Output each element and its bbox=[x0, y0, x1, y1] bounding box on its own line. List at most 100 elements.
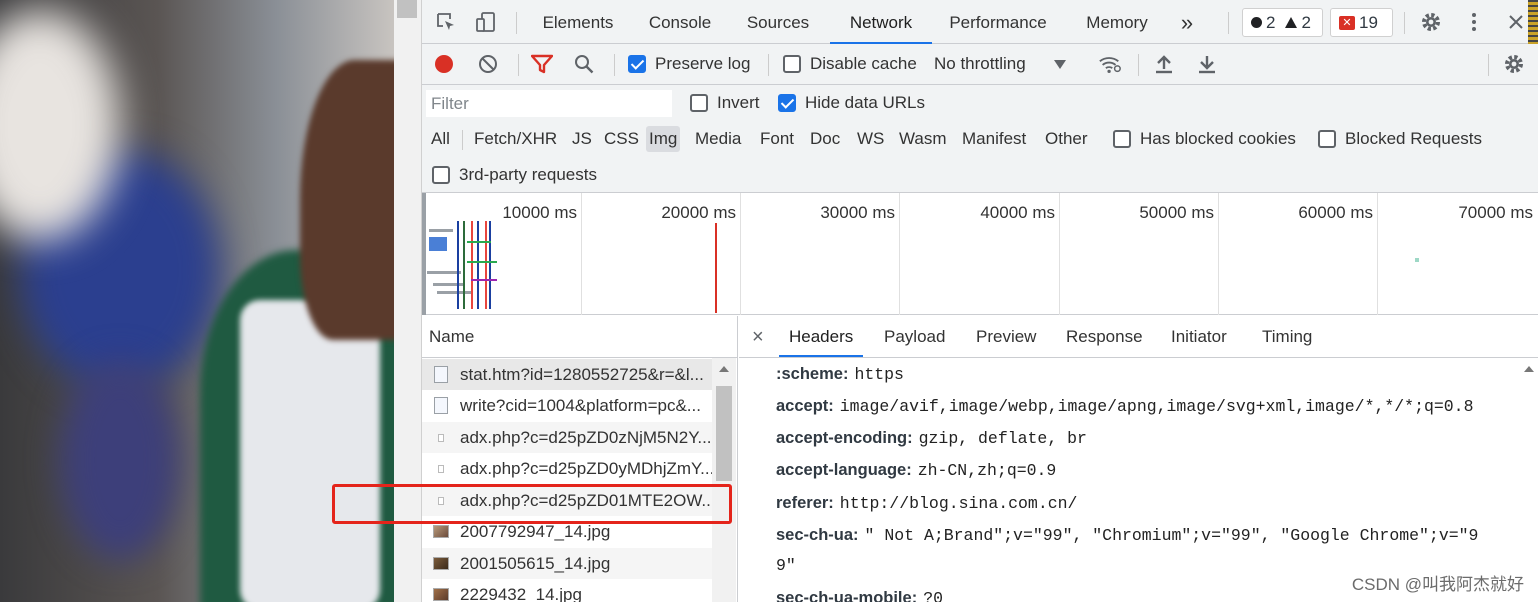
has-blocked-cookies-label: Has blocked cookies bbox=[1140, 129, 1296, 148]
record-icon[interactable] bbox=[432, 52, 456, 76]
request-row[interactable]: adx.php?c=d25pZD0zNjM5N2Y... bbox=[422, 422, 712, 453]
preserve-log-label: Preserve log bbox=[655, 54, 751, 73]
request-row[interactable]: 2229432_14.jpg bbox=[422, 579, 712, 602]
import-har-upload-icon[interactable] bbox=[1152, 52, 1176, 76]
referer-highlight-box bbox=[332, 484, 732, 524]
tab-performance[interactable]: Performance bbox=[942, 0, 1054, 44]
issues-badge[interactable]: ✕ 19 bbox=[1330, 8, 1393, 37]
tab-initiator[interactable]: Initiator bbox=[1171, 316, 1227, 357]
tab-elements[interactable]: Elements bbox=[532, 0, 624, 44]
disable-cache-label: Disable cache bbox=[810, 54, 917, 73]
overview-dot bbox=[1415, 258, 1419, 262]
filter-funnel-icon[interactable] bbox=[530, 52, 554, 76]
tab-timing[interactable]: Timing bbox=[1262, 316, 1312, 357]
filter-type-all[interactable]: All bbox=[431, 126, 450, 152]
tab-payload[interactable]: Payload bbox=[884, 316, 945, 357]
third-party-box[interactable] bbox=[432, 166, 450, 184]
console-counts-badge[interactable]: 2 2 bbox=[1242, 8, 1323, 37]
request-row[interactable]: write?cid=1004&platform=pc&... bbox=[422, 390, 712, 421]
invert-checkbox[interactable]: Invert bbox=[690, 83, 760, 123]
blocked-requests-box[interactable] bbox=[1318, 130, 1336, 148]
throttling-select[interactable]: No throttling bbox=[934, 44, 1066, 84]
warning-triangle-icon bbox=[1285, 17, 1298, 28]
clear-icon[interactable] bbox=[476, 52, 500, 76]
name-column-header[interactable]: Name bbox=[422, 316, 737, 358]
image-thumbnail-icon bbox=[433, 525, 449, 538]
more-tabs-button[interactable]: » bbox=[1174, 0, 1200, 44]
request-row[interactable]: stat.htm?id=1280552725&r=&l... bbox=[422, 359, 712, 390]
small-image-icon bbox=[438, 433, 444, 442]
hide-data-urls-checkbox[interactable]: Hide data URLs bbox=[778, 83, 925, 123]
header-accept-encoding: accept-encoding: gzip, deflate, br bbox=[776, 429, 1087, 448]
invert-box[interactable] bbox=[690, 94, 708, 112]
filter-type-doc[interactable]: Doc bbox=[810, 126, 840, 152]
detail-scrollbar[interactable] bbox=[1520, 358, 1538, 602]
overview-left-handle[interactable] bbox=[422, 193, 426, 315]
request-list-scrollbar[interactable] bbox=[712, 358, 736, 602]
detail-tabbar: × Headers Payload Preview Response Initi… bbox=[739, 316, 1538, 358]
filter-type-ws[interactable]: WS bbox=[857, 126, 884, 152]
header-referer: referer: http://blog.sina.com.cn/ bbox=[776, 494, 1077, 513]
filter-type-font[interactable]: Font bbox=[760, 126, 794, 152]
scroll-up-arrow-icon[interactable] bbox=[719, 366, 729, 372]
request-name: 2229432_14.jpg bbox=[460, 584, 582, 602]
preserve-log-box[interactable] bbox=[628, 55, 646, 73]
settings-gear-icon[interactable] bbox=[1419, 10, 1443, 34]
tab-response[interactable]: Response bbox=[1066, 316, 1143, 357]
header-accept-language: accept-language: zh-CN,zh;q=0.9 bbox=[776, 461, 1056, 480]
more-options-kebab-icon[interactable] bbox=[1462, 10, 1486, 34]
image-thumbnail-icon bbox=[433, 588, 449, 601]
export-har-download-icon[interactable] bbox=[1195, 52, 1219, 76]
request-list: Name stat.htm?id=1280552725&r=&l... writ… bbox=[422, 316, 738, 602]
warning-count: 2 bbox=[1301, 12, 1311, 32]
document-icon bbox=[434, 366, 448, 383]
filter-type-css[interactable]: CSS bbox=[604, 126, 639, 152]
request-row[interactable]: adx.php?c=d25pZD0yMDhjZmY... bbox=[422, 453, 712, 484]
has-blocked-cookies-checkbox[interactable]: Has blocked cookies bbox=[1113, 119, 1296, 159]
network-settings-gear-icon[interactable] bbox=[1502, 52, 1526, 76]
overview-waterfall bbox=[427, 221, 517, 313]
filter-bar: Invert Hide data URLs All Fetch/XHR JS C… bbox=[422, 85, 1538, 193]
tab-network[interactable]: Network bbox=[830, 0, 932, 44]
header-key: accept-language: bbox=[776, 461, 912, 479]
close-detail-button[interactable]: × bbox=[752, 316, 764, 357]
has-blocked-cookies-box[interactable] bbox=[1113, 130, 1131, 148]
disable-cache-checkbox[interactable]: Disable cache bbox=[783, 44, 917, 84]
watermark: CSDN @叫我阿杰就好 bbox=[1351, 575, 1524, 594]
filter-type-other[interactable]: Other bbox=[1045, 126, 1088, 152]
header-accept: accept: image/avif,image/webp,image/apng,… bbox=[776, 397, 1473, 416]
tab-preview[interactable]: Preview bbox=[976, 316, 1036, 357]
scroll-up-arrow-icon[interactable] bbox=[1524, 366, 1534, 372]
dropdown-arrow-icon bbox=[1053, 59, 1066, 69]
tab-console[interactable]: Console bbox=[640, 0, 720, 44]
blocked-requests-checkbox[interactable]: Blocked Requests bbox=[1318, 119, 1482, 159]
device-toolbar-icon[interactable] bbox=[474, 10, 498, 34]
network-conditions-wifi-icon[interactable] bbox=[1098, 52, 1122, 76]
close-devtools-icon[interactable] bbox=[1504, 10, 1528, 34]
inspect-element-icon[interactable] bbox=[434, 10, 458, 34]
request-row[interactable]: 2001505615_14.jpg bbox=[422, 548, 712, 579]
filter-type-media[interactable]: Media bbox=[695, 126, 741, 152]
preserve-log-checkbox[interactable]: Preserve log bbox=[628, 44, 750, 84]
request-name: 2007792947_14.jpg bbox=[460, 521, 611, 541]
tick-20000: 20000 ms bbox=[661, 203, 736, 222]
disable-cache-box[interactable] bbox=[783, 55, 801, 73]
header-scheme: :scheme: https bbox=[776, 365, 904, 384]
filter-type-js[interactable]: JS bbox=[572, 126, 592, 152]
hide-data-urls-box[interactable] bbox=[778, 94, 796, 112]
filter-type-fetch-xhr[interactable]: Fetch/XHR bbox=[474, 126, 557, 152]
error-dot-icon bbox=[1251, 17, 1262, 28]
search-icon[interactable] bbox=[572, 52, 596, 76]
filter-type-img[interactable]: Img bbox=[646, 126, 681, 152]
third-party-requests-checkbox[interactable]: 3rd-party requests bbox=[432, 155, 597, 195]
header-sec-ch-ua-continued: 9" bbox=[776, 556, 796, 575]
filter-type-wasm[interactable]: Wasm bbox=[899, 126, 947, 152]
tab-memory[interactable]: Memory bbox=[1074, 0, 1160, 44]
filter-input[interactable] bbox=[426, 90, 672, 117]
overview-marker-line bbox=[715, 223, 717, 313]
tab-headers[interactable]: Headers bbox=[779, 316, 864, 357]
filter-type-manifest[interactable]: Manifest bbox=[962, 126, 1026, 152]
blocked-requests-label: Blocked Requests bbox=[1345, 129, 1483, 148]
timeline-overview[interactable]: 10000 ms 20000 ms 30000 ms 40000 ms 5000… bbox=[422, 193, 1538, 315]
tab-sources[interactable]: Sources bbox=[738, 0, 818, 44]
